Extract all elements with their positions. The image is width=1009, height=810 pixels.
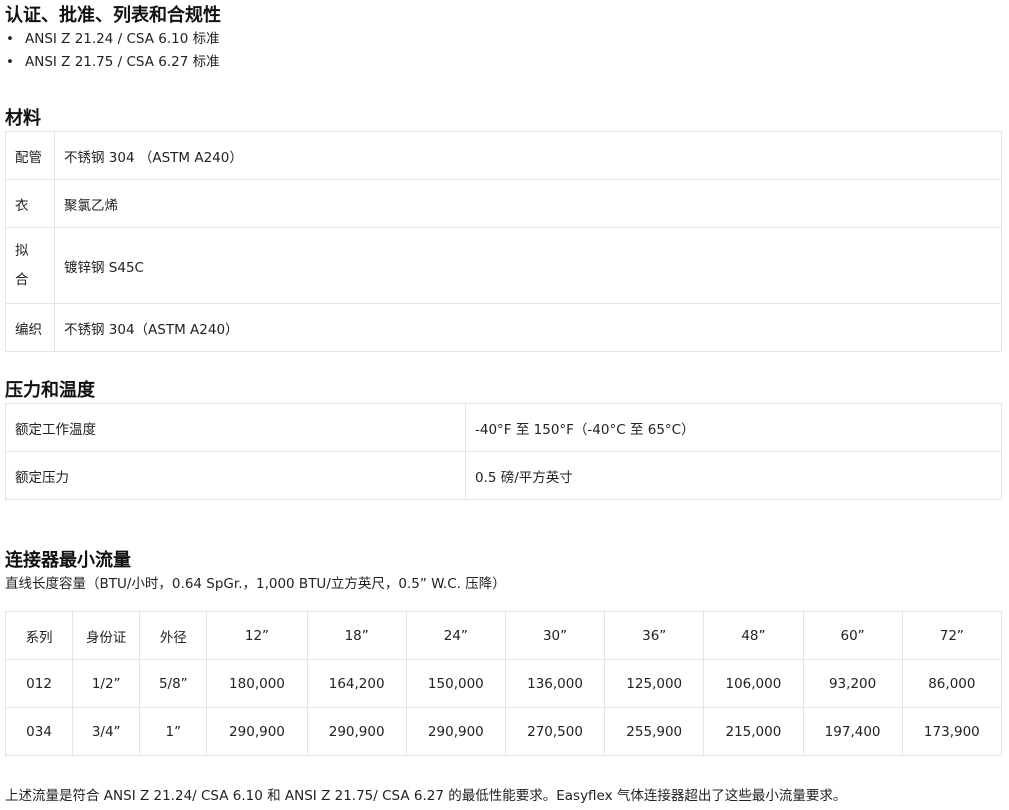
table-cell: 5/8” bbox=[139, 659, 208, 708]
flow-table: 系列 身份证 外径 12” 18” 24” 30” 36” 48” 60” 72… bbox=[4, 611, 1003, 756]
table-cell-value: 镀锌钢 S45C bbox=[54, 227, 1002, 304]
table-cell: 1/2” bbox=[72, 659, 141, 708]
table-cell: 290,900 bbox=[405, 707, 506, 756]
table-cell-value: 聚氯乙烯 bbox=[54, 179, 1002, 228]
list-item: ANSI Z 21.24 / CSA 6.10 标准 bbox=[5, 28, 220, 51]
table-cell: 270,500 bbox=[504, 707, 606, 756]
table-row: 额定工作温度 -40°F 至 150°F（-40°C 至 65°C） bbox=[5, 403, 1002, 452]
table-cell: 215,000 bbox=[703, 707, 804, 756]
table-cell: 1” bbox=[139, 707, 208, 756]
table-cell: 012 bbox=[4, 659, 74, 708]
pressure-heading: 压力和温度 bbox=[5, 380, 95, 401]
table-header-row: 系列 身份证 外径 12” 18” 24” 30” 36” 48” 60” 72… bbox=[4, 611, 1003, 660]
table-cell: 106,000 bbox=[703, 659, 804, 708]
table-cell-label: 编织 bbox=[5, 303, 55, 352]
column-header: 36” bbox=[604, 611, 705, 660]
table-cell-value: 不锈钢 304（ASTM A240） bbox=[54, 303, 1002, 352]
table-row: 编织 不锈钢 304（ASTM A240） bbox=[5, 303, 1002, 352]
table-row: 012 1/2” 5/8” 180,000 164,200 150,000 13… bbox=[4, 659, 1003, 708]
column-header: 30” bbox=[504, 611, 606, 660]
table-cell: 86,000 bbox=[901, 659, 1003, 708]
table-cell: 150,000 bbox=[405, 659, 506, 708]
table-row: 034 3/4” 1” 290,900 290,900 290,900 270,… bbox=[4, 707, 1003, 756]
footnote: 上述流量是符合 ANSI Z 21.24/ CSA 6.10 和 ANSI Z … bbox=[5, 788, 847, 804]
flow-heading: 连接器最小流量 bbox=[5, 550, 131, 571]
table-cell: 197,400 bbox=[802, 707, 903, 756]
label-line: 合 bbox=[15, 271, 29, 288]
table-row: 额定压力 0.5 磅/平方英寸 bbox=[5, 451, 1002, 500]
pressure-table: 额定工作温度 -40°F 至 150°F（-40°C 至 65°C） 额定压力 … bbox=[5, 403, 1002, 500]
table-cell-value: 不锈钢 304 （ASTM A240） bbox=[54, 131, 1002, 180]
table-cell: 136,000 bbox=[504, 659, 606, 708]
table-cell: 93,200 bbox=[802, 659, 903, 708]
table-cell-label: 额定工作温度 bbox=[5, 403, 466, 452]
table-cell: 180,000 bbox=[206, 659, 308, 708]
column-header: 12” bbox=[206, 611, 308, 660]
table-cell: 125,000 bbox=[604, 659, 705, 708]
certifications-heading: 认证、批准、列表和合规性 bbox=[5, 5, 221, 26]
column-header: 系列 bbox=[4, 611, 74, 660]
materials-table: 配管 不锈钢 304 （ASTM A240） 衣 聚氯乙烯 拟 合 镀锌钢 S4… bbox=[5, 131, 1002, 352]
certifications-list: ANSI Z 21.24 / CSA 6.10 标准 ANSI Z 21.75 … bbox=[5, 28, 220, 74]
column-header: 24” bbox=[405, 611, 506, 660]
table-row: 拟 合 镀锌钢 S45C bbox=[5, 227, 1002, 304]
table-cell-label: 衣 bbox=[5, 179, 55, 228]
table-cell-value: -40°F 至 150°F（-40°C 至 65°C） bbox=[465, 403, 1002, 452]
column-header: 身份证 bbox=[72, 611, 141, 660]
table-cell: 3/4” bbox=[72, 707, 141, 756]
table-cell: 290,900 bbox=[306, 707, 407, 756]
table-cell: 173,900 bbox=[901, 707, 1003, 756]
table-row: 衣 聚氯乙烯 bbox=[5, 179, 1002, 228]
column-header: 48” bbox=[703, 611, 804, 660]
table-cell: 290,900 bbox=[206, 707, 308, 756]
list-item: ANSI Z 21.75 / CSA 6.27 标准 bbox=[5, 51, 220, 74]
column-header: 外径 bbox=[139, 611, 208, 660]
label-line: 拟 bbox=[15, 242, 29, 259]
table-cell-value: 0.5 磅/平方英寸 bbox=[465, 451, 1002, 500]
table-cell: 255,900 bbox=[604, 707, 705, 756]
flow-subtitle: 直线长度容量（BTU/小时，0.64 SpGr.，1,000 BTU/立方英尺，… bbox=[5, 576, 506, 592]
table-row: 配管 不锈钢 304 （ASTM A240） bbox=[5, 131, 1002, 180]
table-cell-label: 配管 bbox=[5, 131, 55, 180]
table-cell: 164,200 bbox=[306, 659, 407, 708]
materials-heading: 材料 bbox=[5, 108, 41, 129]
column-header: 72” bbox=[901, 611, 1003, 660]
column-header: 18” bbox=[306, 611, 407, 660]
table-cell: 034 bbox=[4, 707, 74, 756]
column-header: 60” bbox=[802, 611, 903, 660]
table-cell-label: 额定压力 bbox=[5, 451, 466, 500]
table-cell-label: 拟 合 bbox=[5, 227, 55, 304]
